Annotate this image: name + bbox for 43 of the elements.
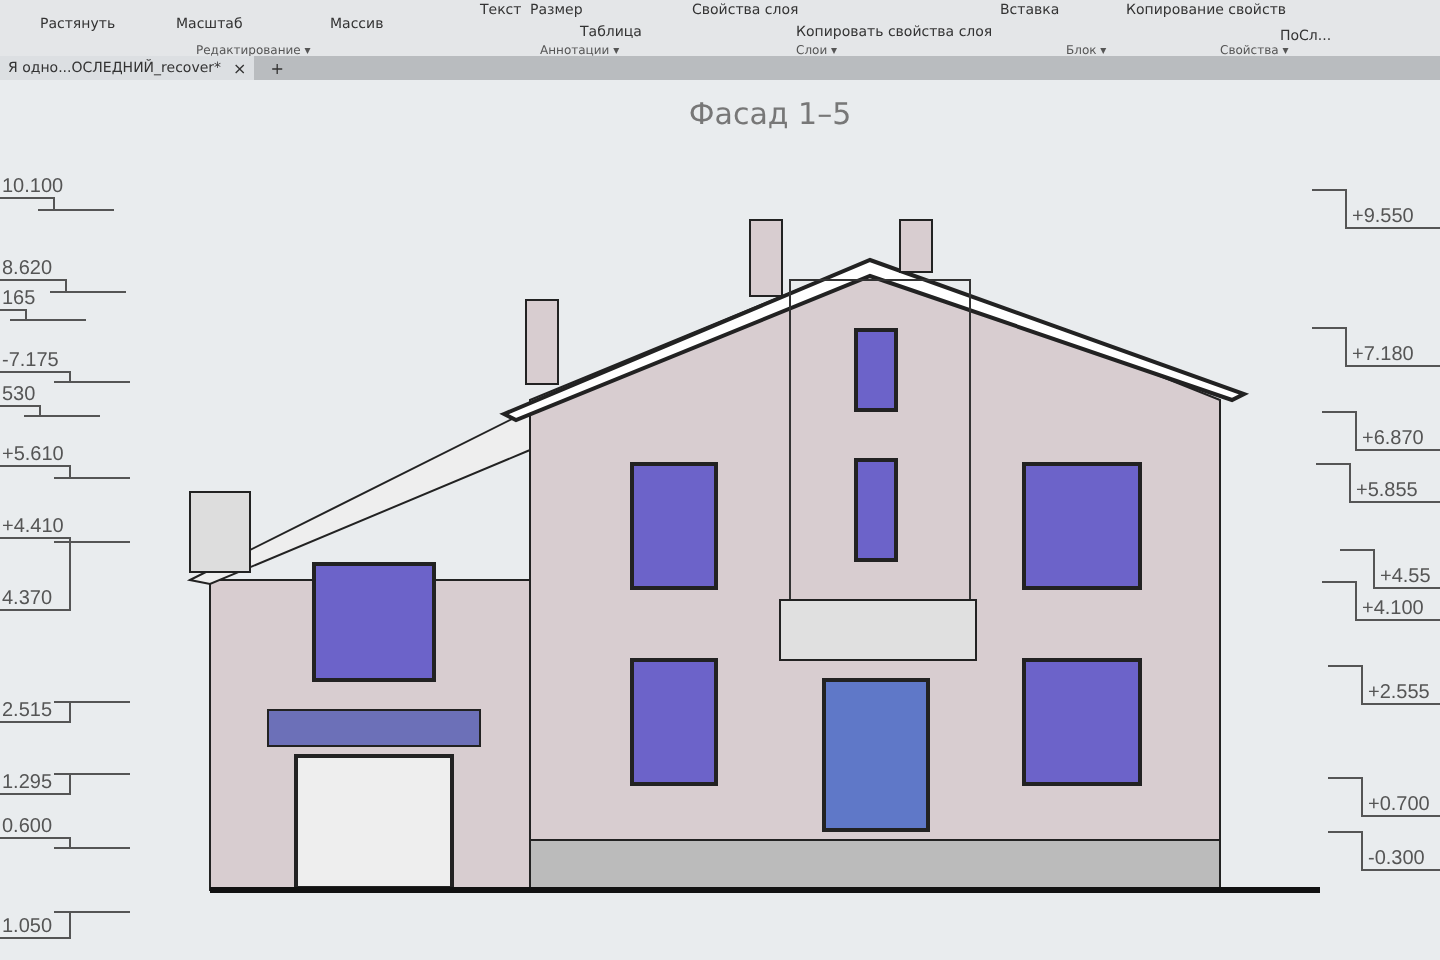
elevation-label: 4.370 [2,588,53,610]
elevation-label: +2.555 [1368,682,1430,704]
leader-line [0,701,131,723]
leader-line [0,837,131,849]
leader-line [1321,581,1440,621]
leader-line [0,773,131,795]
leader-line [0,279,127,293]
leader-line [0,405,101,417]
elevation-label: 165 [2,288,36,310]
leader-line [1339,549,1440,589]
elevation-label: 0.600 [2,816,53,838]
elevation-label: +4.55 [1380,566,1431,588]
elevation-label: +5.610 [2,444,64,466]
drawing-title: Фасад 1–5 [688,96,852,132]
leader-line [0,911,131,939]
elevation-label: 1.050 [2,916,53,938]
elevation-label: +0.700 [1368,794,1430,816]
elevation-label: -7.175 [2,350,59,372]
elevation-label: +5.855 [1356,480,1418,502]
elevation-label: 8.620 [2,258,53,280]
leader-line [1321,411,1440,451]
leader-line [0,197,115,211]
elevation-label: 10.100 [2,176,64,198]
leader-line [1327,665,1440,705]
elevation-label: 2.515 [2,700,53,722]
new-tab-button[interactable]: + [270,59,284,77]
elevation-label: +6.870 [1362,428,1424,450]
elevation-label: +9.550 [1352,206,1414,228]
elevation-label: +7.180 [1352,344,1414,366]
elevation-label: 1.295 [2,772,53,794]
leader-line [0,371,131,383]
leader-line [1311,327,1440,367]
elevation-label: +4.100 [1362,598,1424,620]
leader-line [0,465,131,479]
leader-line [1311,189,1440,229]
elevation-label: 530 [2,384,36,406]
elevation-label: -0.300 [1368,848,1425,870]
leader-line [1315,463,1440,503]
leader-line [0,309,87,321]
elevation-label: +4.410 [2,516,64,538]
close-button[interactable]: × [233,59,247,77]
leader-line [1327,777,1440,817]
leader-line [1327,831,1440,871]
